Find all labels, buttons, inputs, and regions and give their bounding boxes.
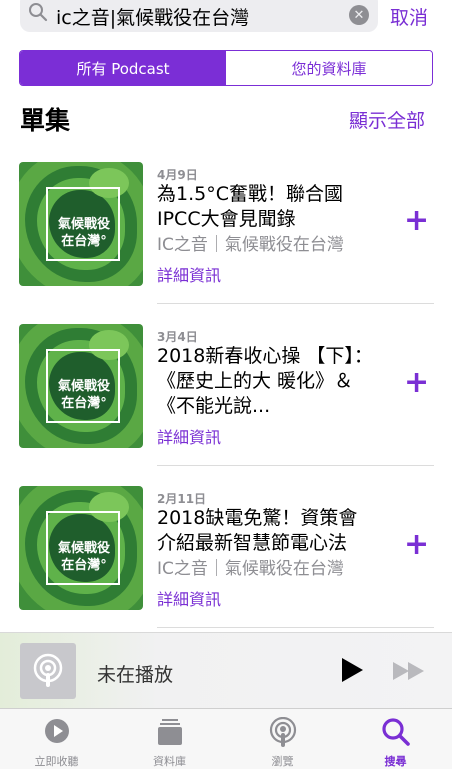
tab-search[interactable]: 搜尋 xyxy=(339,709,452,769)
listen-now-icon xyxy=(43,717,71,749)
tab-label: 瀏覽 xyxy=(271,755,294,768)
fast-forward-icon[interactable] xyxy=(392,661,426,685)
segment-all-podcasts[interactable]: 所有 Podcast xyxy=(20,51,226,85)
episode-row[interactable]: 氣候戰役 在台灣° 4月9日 為1.5°C奮戰！聯合國 IPCC大會見聞錄 IC… xyxy=(0,162,452,324)
add-episode-icon[interactable]: + xyxy=(404,206,429,236)
tab-label: 資料庫 xyxy=(153,755,186,768)
episode-date: 4月9日 xyxy=(157,168,198,182)
library-icon xyxy=(156,717,184,751)
search-icon xyxy=(28,2,48,26)
section-title: 單集 xyxy=(20,106,71,135)
player-status: 未在播放 xyxy=(97,664,174,686)
episode-details-link[interactable]: 詳細資訊 xyxy=(157,424,221,448)
add-episode-icon[interactable]: + xyxy=(404,368,429,398)
mini-player[interactable]: 未在播放 xyxy=(0,632,452,709)
episode-date: 2月11日 xyxy=(157,492,207,506)
search-bar-row: ic之音|氣候戰役在台灣 ✕ 取消 xyxy=(0,0,452,36)
clear-search-icon[interactable]: ✕ xyxy=(349,5,369,25)
episode-show-name: IC之音｜氣候戰役在台灣 xyxy=(157,235,344,255)
browse-icon xyxy=(268,716,298,753)
podcast-artwork: 氣候戰役 在台灣° xyxy=(19,162,143,286)
episode-title-text: 為1.5°C奮戰！聯合國 IPCC大會見聞錄 xyxy=(157,183,343,230)
cancel-button[interactable]: 取消 xyxy=(390,3,428,30)
tab-library[interactable]: 資料庫 xyxy=(113,709,226,769)
tab-browse[interactable]: 瀏覽 xyxy=(226,709,339,769)
podcast-placeholder-icon xyxy=(20,643,76,699)
episode-title-text: 2018缺電免驚！資策會 介紹最新智慧節電心法 xyxy=(157,507,358,554)
episode-title: 2018缺電免驚！資策會 介紹最新智慧節電心法 IC之音｜氣候戰役在台灣 xyxy=(157,506,377,582)
show-all-link[interactable]: 顯示全部 xyxy=(349,106,425,133)
segment-your-library[interactable]: 您的資料庫 xyxy=(226,51,432,85)
tab-label: 搜尋 xyxy=(384,755,407,768)
podcast-artwork: 氣候戰役 在台灣° xyxy=(19,486,143,610)
scope-segmented-control: 所有 Podcast 您的資料庫 xyxy=(19,50,433,86)
play-icon[interactable] xyxy=(340,657,364,687)
tab-listen-now[interactable]: 立即收聽 xyxy=(0,709,113,769)
episode-title: 為1.5°C奮戰！聯合國 IPCC大會見聞錄 IC之音｜氣候戰役在台灣 xyxy=(157,182,377,258)
episode-show-name: IC之音｜氣候戰役在台灣 xyxy=(157,559,344,579)
episode-date: 3月4日 xyxy=(157,330,198,344)
episode-details-link[interactable]: 詳細資訊 xyxy=(157,262,221,286)
podcast-artwork: 氣候戰役 在台灣° xyxy=(19,324,143,448)
artwork-logo-text: 氣候戰役 在台灣° xyxy=(57,217,110,249)
search-icon xyxy=(381,717,411,751)
search-field[interactable]: ic之音|氣候戰役在台灣 ✕ xyxy=(20,0,378,32)
add-episode-icon[interactable]: + xyxy=(404,530,429,560)
episode-row[interactable]: 氣候戰役 在台灣° 2月11日 2018缺電免驚！資策會 介紹最新智慧節電心法 … xyxy=(0,486,452,648)
search-input[interactable]: ic之音|氣候戰役在台灣 xyxy=(56,3,249,30)
tab-bar: 立即收聽 資料庫 瀏覽 搜尋 xyxy=(0,708,452,769)
row-divider xyxy=(157,627,434,628)
tab-label: 立即收聽 xyxy=(34,755,79,768)
episode-row[interactable]: 氣候戰役 在台灣° 3月4日 2018新春收心操 【下】：《歷史上的大 暖化》＆… xyxy=(0,324,452,486)
artwork-logo-text: 氣候戰役 在台灣° xyxy=(57,541,110,573)
row-divider xyxy=(157,465,434,466)
episode-title: 2018新春收心操 【下】：《歷史上的大 暖化》＆《不能光說... xyxy=(157,345,373,417)
episode-details-link[interactable]: 詳細資訊 xyxy=(157,586,221,610)
artwork-logo-text: 氣候戰役 在台灣° xyxy=(57,379,110,411)
row-divider xyxy=(157,303,434,304)
